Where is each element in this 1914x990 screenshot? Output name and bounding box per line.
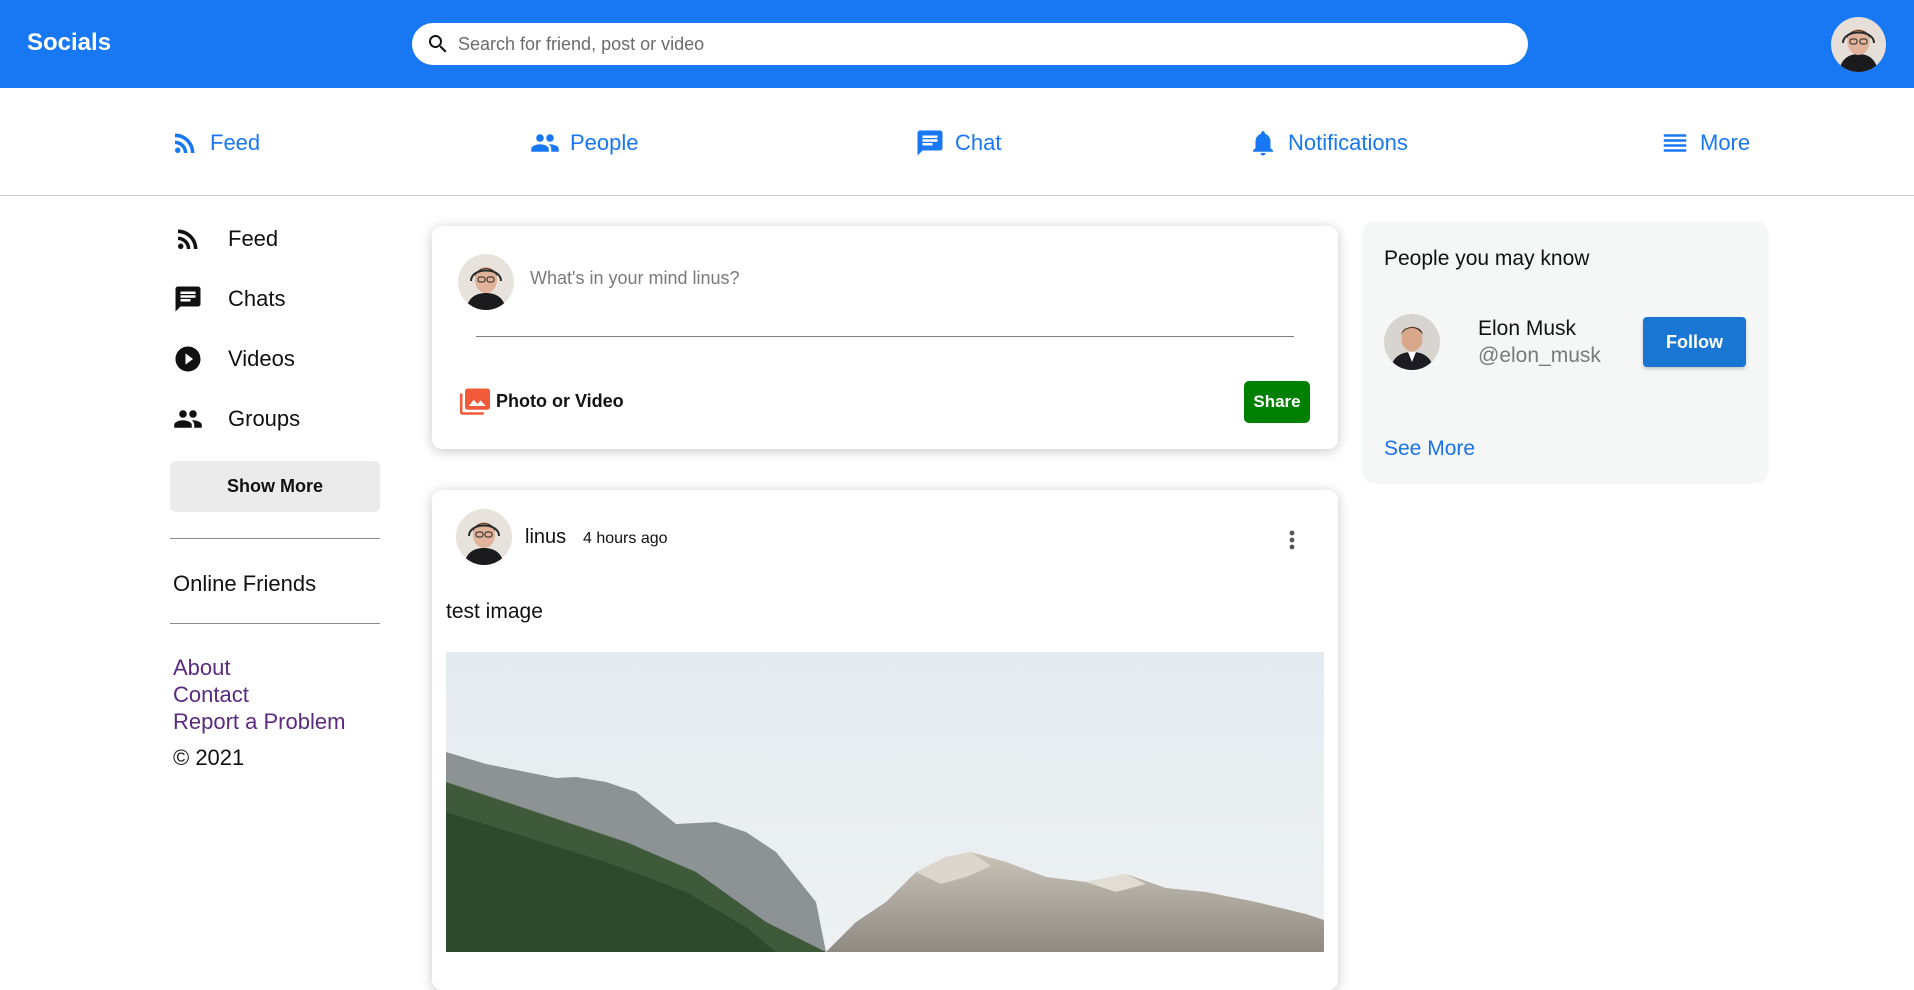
search-bar[interactable] <box>412 23 1528 65</box>
suggestion-handle: @elon_musk <box>1478 344 1601 367</box>
show-more-button[interactable]: Show More <box>170 461 380 512</box>
post-image[interactable] <box>446 652 1324 952</box>
rss-icon <box>175 133 195 153</box>
see-more-link[interactable]: See More <box>1384 437 1475 461</box>
sidebar-item-videos[interactable]: Videos <box>170 329 380 389</box>
copyright: © 2021 <box>173 745 245 770</box>
nav-people[interactable]: People <box>530 128 639 158</box>
nav-feed[interactable]: Feed <box>170 128 260 158</box>
contact-link[interactable]: Contact <box>173 681 380 708</box>
play-circle-icon <box>175 346 201 372</box>
about-link[interactable]: About <box>173 654 380 681</box>
nav-more-label: More <box>1700 130 1751 155</box>
bell-icon <box>1253 131 1273 156</box>
people-you-may-know-panel: People you may know Elon Musk @elon_musk… <box>1364 222 1767 481</box>
photo-video-label: Photo or Video <box>496 390 624 411</box>
post-card: linus 4 hours ago test image <box>432 490 1338 990</box>
panel-title: People you may know <box>1384 247 1590 270</box>
online-friends-heading: Online Friends <box>173 571 317 596</box>
group-icon <box>174 410 202 428</box>
top-bar: Socials <box>0 0 1914 88</box>
people-icon <box>531 134 559 152</box>
nav-feed-label: Feed <box>210 130 261 155</box>
post-username[interactable]: linus <box>525 526 566 549</box>
left-sidebar: Feed Chats Videos Groups Show More Onlin… <box>170 196 380 771</box>
photo-video-option[interactable]: Photo or Video <box>458 386 624 416</box>
post-text: test image <box>446 600 543 623</box>
sidebar-item-chats[interactable]: Chats <box>170 269 380 329</box>
nav-notifications-label: Notifications <box>1288 130 1408 155</box>
sidebar-item-label: Feed <box>228 226 279 251</box>
rss-icon <box>178 229 198 249</box>
nav-people-label: People <box>570 130 639 155</box>
nav-notifications[interactable]: Notifications <box>1248 128 1408 158</box>
chat-icon <box>175 286 201 312</box>
more-vert-icon[interactable] <box>1282 525 1302 555</box>
sidebar-item-label: Videos <box>228 346 295 371</box>
divider <box>476 336 1294 337</box>
search-icon <box>429 35 447 53</box>
follow-button[interactable]: Follow <box>1643 317 1746 367</box>
share-card: Photo or Video Share <box>432 226 1338 449</box>
footer-links: About Contact Report a Problem <box>170 654 380 735</box>
divider <box>170 538 380 539</box>
divider <box>170 623 380 624</box>
nav-chat-label: Chat <box>955 130 1002 155</box>
app-logo[interactable]: Socials <box>27 29 111 57</box>
avatar[interactable] <box>456 509 512 565</box>
menu-icon <box>1663 134 1687 152</box>
sidebar-item-label: Groups <box>228 406 301 431</box>
suggestion-name[interactable]: Elon Musk <box>1478 317 1576 341</box>
post-timestamp: 4 hours ago <box>583 530 668 547</box>
avatar[interactable] <box>1384 314 1440 370</box>
nav-more[interactable]: More <box>1660 128 1750 158</box>
sidebar-item-label: Chats <box>228 286 286 311</box>
share-button[interactable]: Share <box>1244 381 1310 423</box>
sidebar-item-feed[interactable]: Feed <box>170 209 380 269</box>
search-input[interactable] <box>458 33 1458 55</box>
user-avatar[interactable] <box>1831 17 1886 72</box>
main-nav: Feed People Chat Notifications More <box>0 88 1914 196</box>
report-problem-link[interactable]: Report a Problem <box>173 708 380 735</box>
avatar[interactable] <box>458 254 514 310</box>
sidebar-item-groups[interactable]: Groups <box>170 389 380 449</box>
post-input[interactable] <box>530 268 1290 289</box>
chat-icon <box>917 130 943 156</box>
nav-chat[interactable]: Chat <box>915 128 1001 158</box>
photo-library-icon <box>460 388 490 415</box>
